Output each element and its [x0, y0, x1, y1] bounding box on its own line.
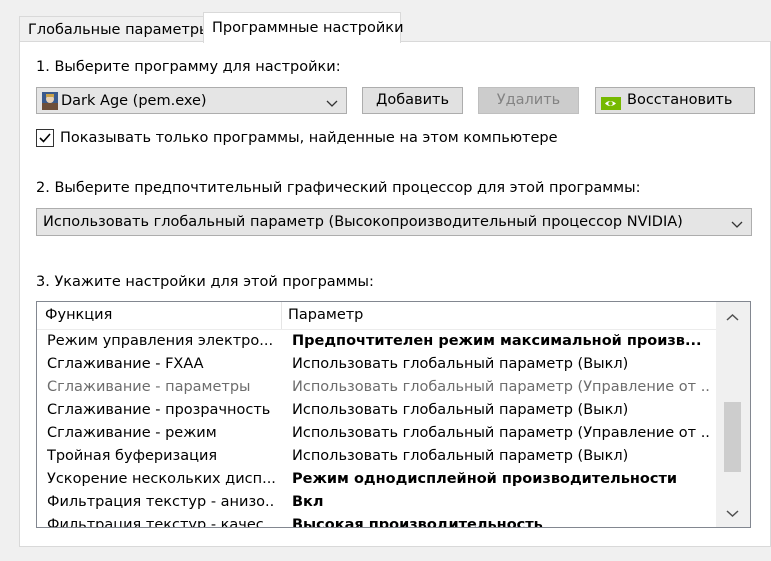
row-feature: Ускорение нескольких дисп... — [47, 471, 275, 487]
row-value: Предпочтителен режим максимальной произв… — [292, 333, 702, 349]
column-header-parameter[interactable]: Параметр — [288, 302, 363, 329]
row-feature: Сглаживание - режим — [47, 425, 217, 441]
tab-program-settings[interactable]: Программные настройки — [203, 12, 404, 43]
show-only-checkbox[interactable] — [36, 129, 54, 147]
row-value: Вкл — [292, 494, 324, 510]
column-header-function[interactable]: Функция — [45, 302, 112, 329]
program-select-value: Dark Age (pem.exe) — [61, 93, 207, 109]
tab-global-settings[interactable]: Глобальные параметры — [19, 16, 211, 42]
checkmark-icon — [39, 133, 51, 143]
row-value: Использовать глобальный параметр (Выкл) — [292, 402, 629, 418]
restore-button[interactable]: Восстановить — [595, 87, 755, 114]
column-divider[interactable] — [281, 302, 282, 329]
row-value: Использовать глобальный параметр (Управл… — [292, 425, 710, 441]
row-value: Использовать глобальный параметр (Выкл) — [292, 448, 629, 464]
row-feature: Тройная буферизация — [47, 448, 218, 464]
remove-button[interactable]: Удалить — [478, 87, 579, 114]
row-feature: Сглаживание - FXAA — [47, 356, 204, 372]
row-feature: Сглаживание - параметры — [47, 379, 251, 395]
table-row[interactable]: Тройная буферизация Использовать глобаль… — [37, 445, 716, 468]
scroll-down-icon[interactable] — [724, 507, 741, 518]
row-value: Использовать глобальный параметр (Управл… — [292, 379, 710, 395]
settings-list: Функция Параметр Режим управления электр… — [36, 301, 751, 528]
row-value: Высокая производительность — [292, 517, 543, 528]
nvidia-logo-icon — [601, 94, 621, 110]
row-value: Использовать глобальный параметр (Выкл) — [292, 356, 629, 372]
gpu-select-value: Использовать глобальный параметр (Высоко… — [43, 214, 683, 230]
table-row[interactable]: Режим управления электро... Предпочтител… — [37, 330, 716, 353]
tab-strip: Глобальные параметры Программные настрой… — [0, 0, 771, 43]
scroll-up-icon[interactable] — [724, 311, 741, 322]
chevron-down-icon — [326, 96, 338, 107]
step3-label: 3. Укажите настройки для этой программы: — [36, 274, 374, 290]
table-row[interactable]: Сглаживание - прозрачность Использовать … — [37, 399, 716, 422]
table-row[interactable]: Сглаживание - параметры Использовать гло… — [37, 376, 716, 399]
table-row[interactable]: Ускорение нескольких дисп... Режим однод… — [37, 468, 716, 491]
row-value: Режим однодисплейной производительности — [292, 471, 678, 487]
table-row[interactable]: Фильтрация текстур - качес... Высокая пр… — [37, 514, 716, 528]
scroll-thumb[interactable] — [724, 402, 741, 472]
gpu-select[interactable]: Использовать глобальный параметр (Высоко… — [36, 208, 752, 236]
program-select[interactable]: Dark Age (pem.exe) — [36, 87, 347, 114]
chevron-down-icon — [731, 217, 743, 228]
restore-button-label: Восстановить — [627, 92, 733, 108]
step2-label: 2. Выберите предпочтительный графический… — [36, 180, 641, 196]
row-feature: Фильтрация текстур - анизо... — [47, 494, 275, 510]
row-feature: Сглаживание - прозрачность — [47, 402, 271, 418]
step1-label: 1. Выберите программу для настройки: — [36, 59, 341, 75]
show-only-label[interactable]: Показывать только программы, найденные н… — [60, 129, 558, 147]
program-settings-panel: 1. Выберите программу для настройки: Dar… — [19, 41, 771, 547]
add-button[interactable]: Добавить — [362, 87, 463, 114]
row-feature: Фильтрация текстур - качес... — [47, 517, 275, 528]
table-row[interactable]: Сглаживание - FXAA Использовать глобальн… — [37, 353, 716, 376]
table-row[interactable]: Сглаживание - режим Использовать глобаль… — [37, 422, 716, 445]
table-row[interactable]: Фильтрация текстур - анизо... Вкл — [37, 491, 716, 514]
game-app-icon — [42, 92, 58, 110]
vertical-scrollbar[interactable] — [716, 302, 750, 527]
row-feature: Режим управления электро... — [47, 333, 274, 349]
